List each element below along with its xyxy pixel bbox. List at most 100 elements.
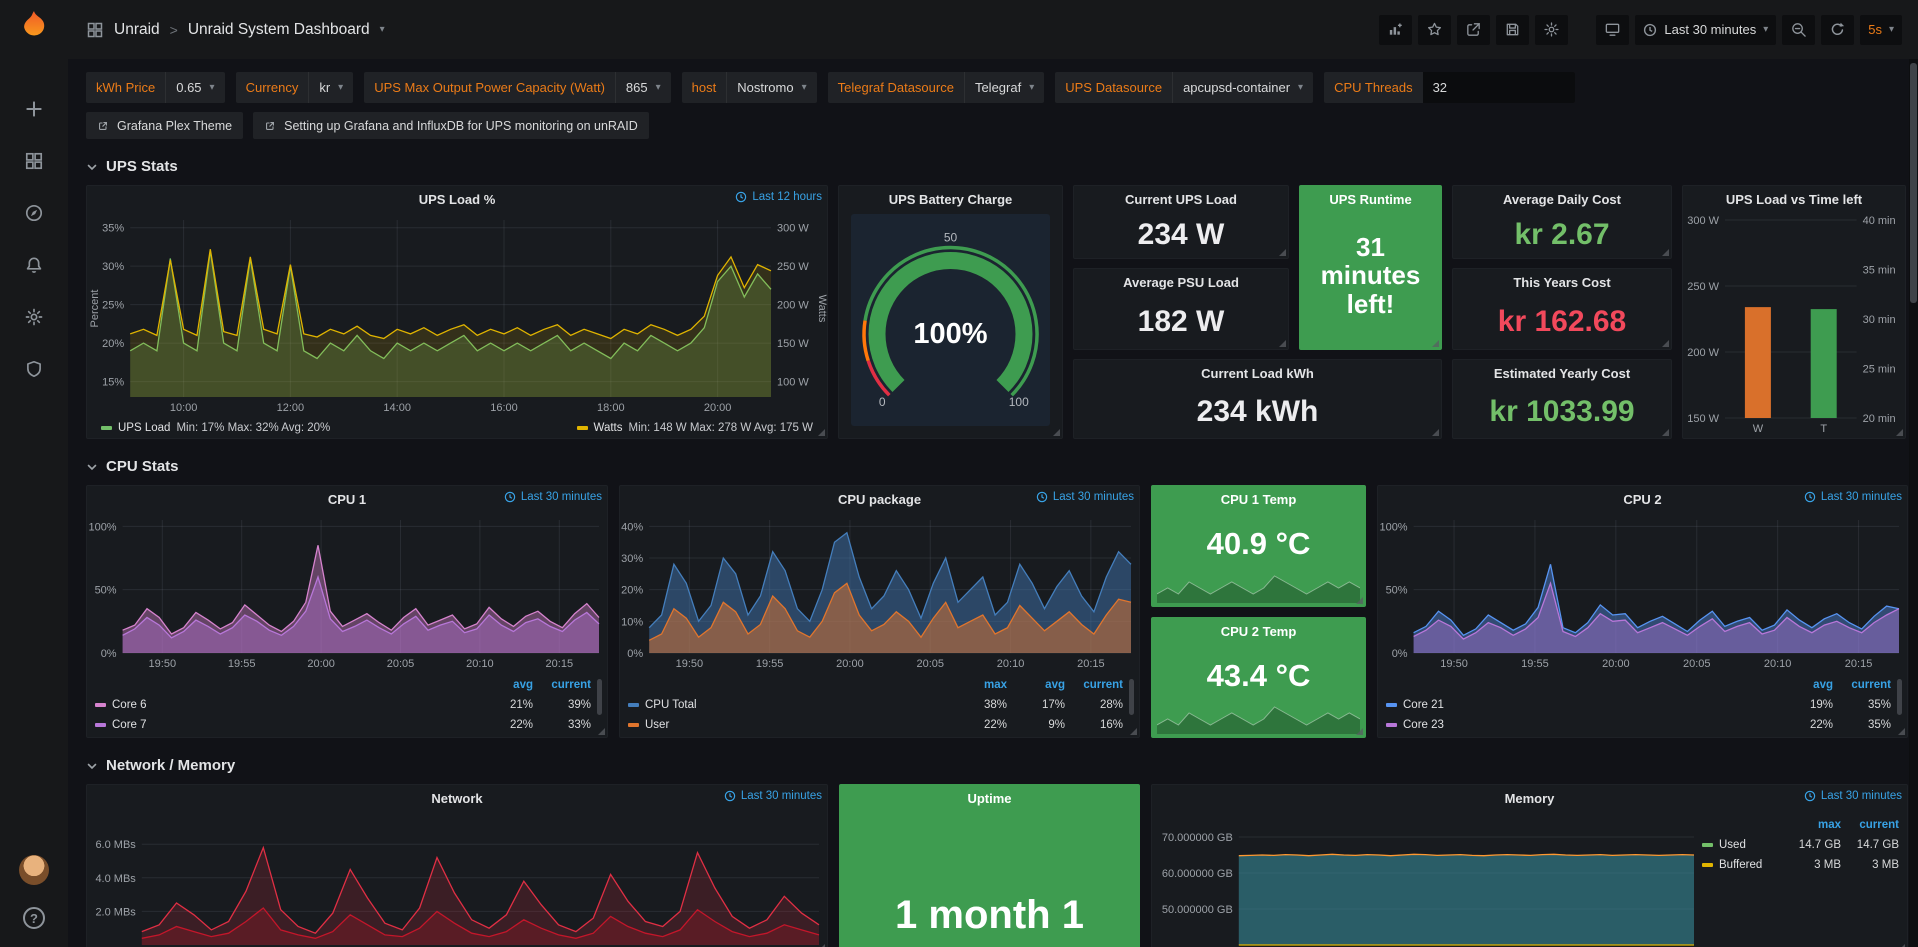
legend-item[interactable]: User22%9%16%	[628, 715, 1123, 735]
panel-title[interactable]: Average Daily Cost	[1503, 192, 1621, 207]
panel-title[interactable]: UPS Runtime	[1329, 192, 1411, 207]
legend-item[interactable]: CPU Total38%17%28%	[628, 695, 1123, 715]
scrollbar-thumb[interactable]	[1910, 63, 1917, 303]
variable-value-dropdown[interactable]: kr▾	[308, 72, 353, 103]
section-network-memory[interactable]: Network / Memory	[86, 755, 1906, 776]
svg-text:20:00: 20:00	[1602, 658, 1630, 670]
panel-resize-handle[interactable]	[1896, 429, 1903, 436]
network-chart[interactable]: 6.0 MBs4.0 MBs2.0 MBs	[87, 811, 827, 947]
server-admin-shield-icon[interactable]	[17, 357, 51, 381]
dashboard-link-ups-monitoring-guide[interactable]: Setting up Grafana and InfluxDB for UPS …	[253, 112, 649, 139]
svg-text:20:10: 20:10	[1764, 658, 1792, 670]
legend-item[interactable]: UPS LoadMin: 17% Max: 32% Avg: 20%	[101, 422, 330, 434]
save-button[interactable]	[1496, 15, 1529, 45]
panel-title[interactable]: Current UPS Load	[1125, 192, 1237, 207]
legend-item[interactable]: Used14.7 GB14.7 GB	[1702, 835, 1899, 855]
panel-title[interactable]: Average PSU Load	[1123, 275, 1239, 290]
breadcrumb-folder[interactable]: Unraid	[114, 21, 160, 39]
panel-resize-handle[interactable]	[1053, 429, 1060, 436]
cycle-view-monitor-icon[interactable]	[1596, 15, 1629, 45]
panel-resize-handle[interactable]	[1432, 429, 1439, 436]
dashboards-icon[interactable]	[17, 149, 51, 173]
panel-time-range: Last 30 minutes	[724, 790, 822, 802]
panel-resize-handle[interactable]	[1662, 249, 1669, 256]
grafana-logo-icon[interactable]	[17, 9, 51, 43]
help-icon[interactable]: ?	[23, 907, 45, 929]
panel-title[interactable]: UPS Load vs Time left	[1726, 192, 1862, 207]
user-avatar[interactable]	[19, 855, 49, 885]
panel-title[interactable]: UPS Battery Charge	[889, 192, 1013, 207]
legend-header[interactable]: maxavgcurrent	[628, 675, 1123, 695]
dashboard-settings-gear-icon[interactable]	[1535, 15, 1568, 45]
variable-value-dropdown[interactable]: apcupsd-container▾	[1172, 72, 1313, 103]
legend-item[interactable]: Core 621%39%	[95, 695, 591, 715]
external-link-icon	[264, 120, 276, 132]
panel-resize-handle[interactable]	[1356, 728, 1363, 735]
cpu-threads-input[interactable]	[1423, 72, 1575, 103]
section-ups-stats[interactable]: UPS Stats	[86, 156, 1906, 177]
svg-text:250 W: 250 W	[777, 261, 809, 273]
legend-item[interactable]: Core 2322%35%	[1386, 715, 1891, 735]
panel-time-range: Last 30 minutes	[504, 491, 602, 503]
cpu-package-chart[interactable]: 40%30%20%10%0%19:5019:5520:0020:0520:102…	[620, 512, 1139, 673]
breadcrumb-separator: >	[170, 22, 178, 38]
panel-title[interactable]: Uptime	[967, 791, 1011, 806]
panel-title[interactable]: Estimated Yearly Cost	[1494, 366, 1630, 381]
variable-value-dropdown[interactable]: Telegraf▾	[964, 72, 1044, 103]
legend-item[interactable]: Core 722%33%	[95, 715, 591, 735]
panel-resize-handle[interactable]	[1130, 728, 1137, 735]
cpu2-chart[interactable]: 100%50%0%19:5019:5520:0020:0520:1020:15	[1378, 512, 1907, 673]
add-panel-button[interactable]	[1379, 15, 1412, 45]
legend-item[interactable]: Buffered3 MB3 MB	[1702, 855, 1899, 875]
explore-icon[interactable]	[17, 201, 51, 225]
create-icon[interactable]	[17, 97, 51, 121]
panel-resize-handle[interactable]	[818, 429, 825, 436]
panel-resize-handle[interactable]	[1898, 728, 1905, 735]
panel-resize-handle[interactable]	[1432, 340, 1439, 347]
legend-item[interactable]: Core 2119%35%	[1386, 695, 1891, 715]
panel-title[interactable]: CPU 2 Temp	[1221, 624, 1297, 639]
configuration-gear-icon[interactable]	[17, 305, 51, 329]
svg-text:20:00: 20:00	[836, 658, 864, 670]
zoom-out-button[interactable]	[1782, 15, 1815, 45]
refresh-interval-dropdown[interactable]: 5s ▾	[1860, 15, 1902, 45]
panel-title[interactable]: CPU package	[838, 492, 921, 507]
cpu1-chart[interactable]: 100%50%0%19:5019:5520:0020:0520:1020:15	[87, 512, 607, 673]
variable-value-dropdown[interactable]: 865▾	[615, 72, 671, 103]
share-button[interactable]	[1457, 15, 1490, 45]
alerting-bell-icon[interactable]	[17, 253, 51, 277]
variable-value-dropdown[interactable]: 0.65▾	[165, 72, 224, 103]
legend-header[interactable]: maxcurrent	[1702, 815, 1899, 835]
variable-value-dropdown[interactable]: Nostromo▾	[726, 72, 816, 103]
memory-chart[interactable]: 70.000000 GB60.000000 GB50.000000 GB	[1152, 811, 1702, 947]
battery-gauge[interactable]: 050100100%	[851, 214, 1050, 426]
star-button[interactable]	[1418, 15, 1451, 45]
ups-load-vs-time-chart[interactable]: 300 W250 W200 W150 W40 min35 min30 min25…	[1683, 212, 1905, 438]
panel-title[interactable]: This Years Cost	[1513, 275, 1610, 290]
ups-load-chart[interactable]: 35%30%25%20%15%300 W250 W200 W150 W100 W…	[87, 212, 827, 417]
panel-title[interactable]: CPU 1	[328, 492, 366, 507]
panel-cpu2: CPU 2 Last 30 minutes 100%50%0%19:5019:5…	[1377, 485, 1908, 738]
dashboard-title[interactable]: Unraid System Dashboard	[188, 21, 370, 39]
panel-resize-handle[interactable]	[1662, 429, 1669, 436]
panel-title[interactable]: Memory	[1505, 791, 1555, 806]
panel-title[interactable]: UPS Load %	[419, 192, 496, 207]
panel-resize-handle[interactable]	[1662, 340, 1669, 347]
panel-title[interactable]: CPU 2	[1623, 492, 1661, 507]
panel-title[interactable]: CPU 1 Temp	[1221, 492, 1297, 507]
time-range-picker[interactable]: Last 30 minutes ▾	[1635, 15, 1776, 45]
legend-header[interactable]: avgcurrent	[95, 675, 591, 695]
panel-resize-handle[interactable]	[598, 728, 605, 735]
dashboard-link-grafana-plex-theme[interactable]: Grafana Plex Theme	[86, 112, 243, 139]
refresh-button[interactable]	[1821, 15, 1854, 45]
scrollbar[interactable]	[1909, 59, 1918, 947]
panel-resize-handle[interactable]	[1279, 249, 1286, 256]
panel-resize-handle[interactable]	[1356, 597, 1363, 604]
panel-resize-handle[interactable]	[1279, 340, 1286, 347]
section-cpu-stats[interactable]: CPU Stats	[86, 456, 1906, 477]
legend-item[interactable]: WattsMin: 148 W Max: 278 W Avg: 175 W	[577, 422, 813, 434]
legend-header[interactable]: avgcurrent	[1386, 675, 1891, 695]
panel-title[interactable]: Network	[431, 791, 482, 806]
panel-uptime: Uptime 1 month 1	[839, 784, 1140, 947]
panel-title[interactable]: Current Load kWh	[1201, 366, 1314, 381]
